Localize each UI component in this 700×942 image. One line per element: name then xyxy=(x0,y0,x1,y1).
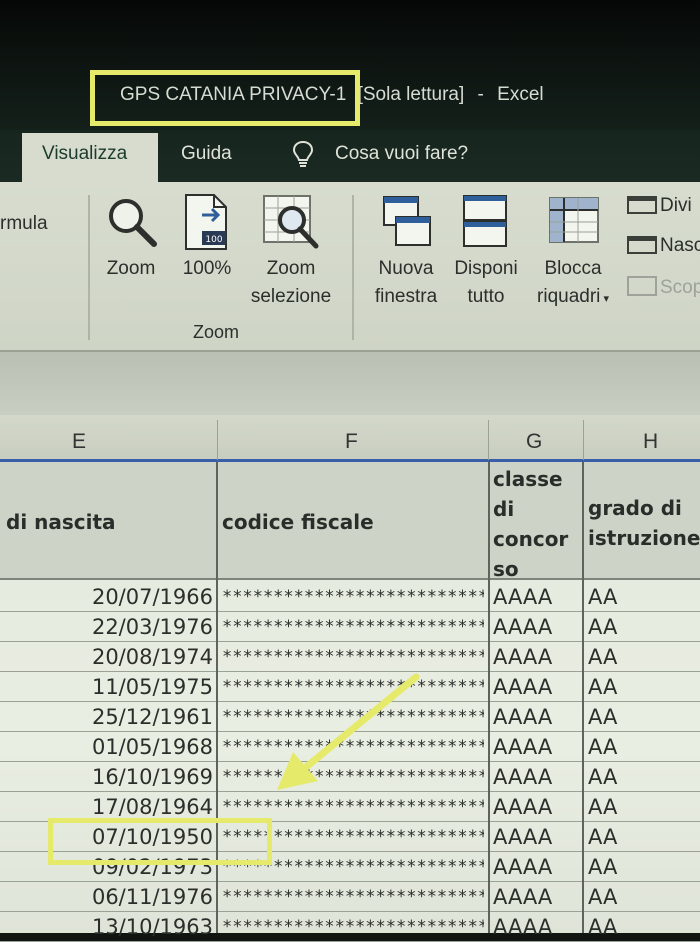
date-highlight-box xyxy=(48,818,272,865)
